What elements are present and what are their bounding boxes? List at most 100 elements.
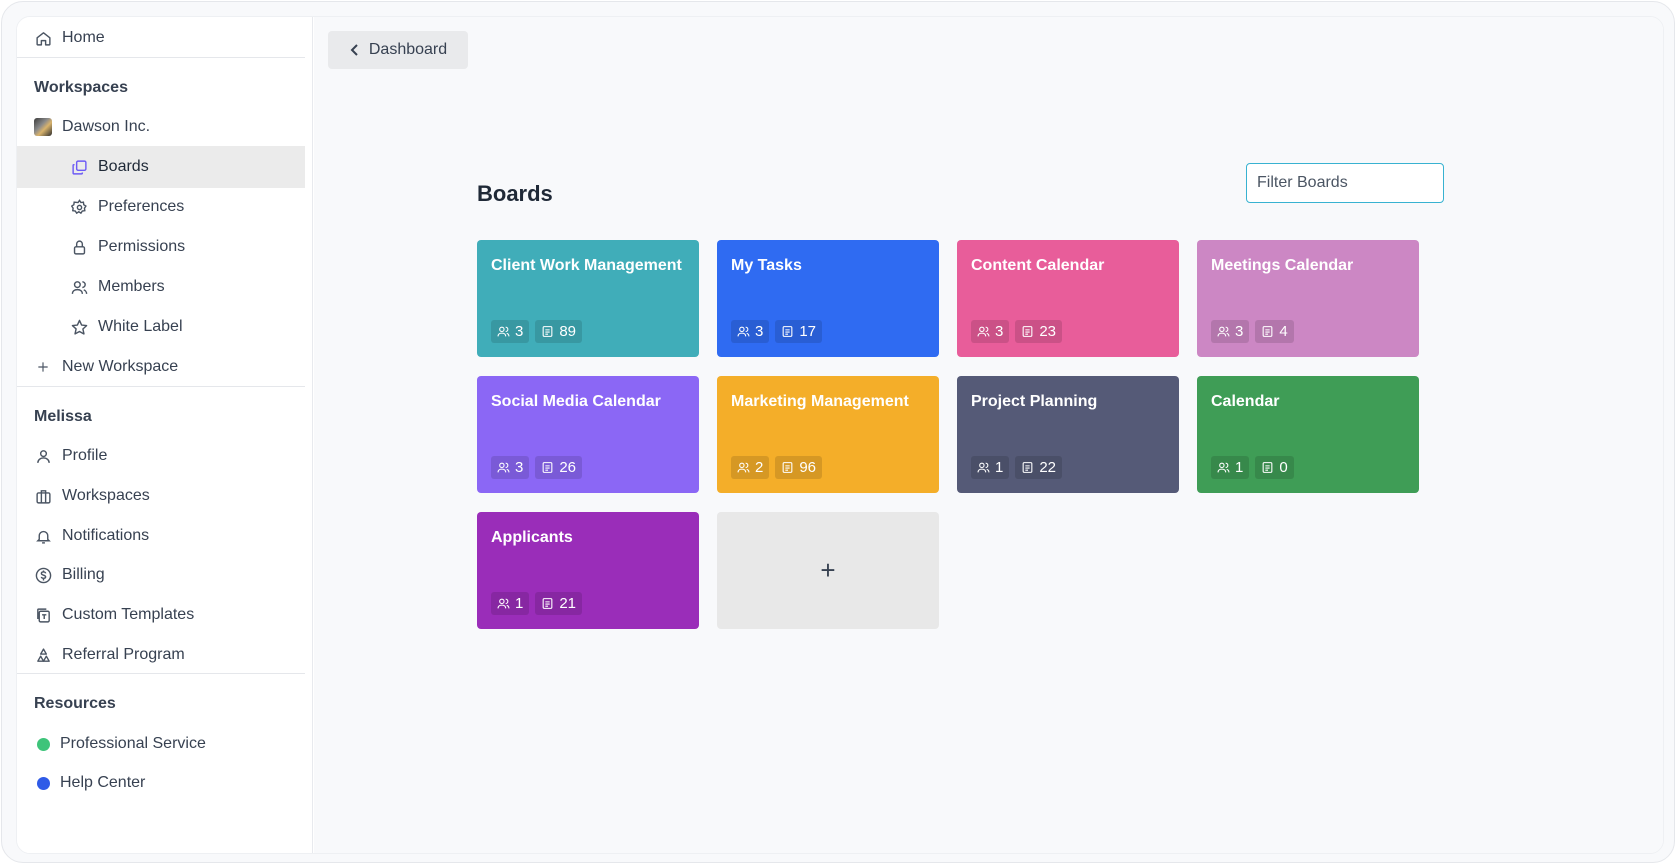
- board-title: Applicants: [491, 529, 573, 546]
- items-count: 96: [799, 459, 817, 476]
- back-button-label: Dashboard: [368, 41, 448, 58]
- board-stats: 3 26: [491, 456, 583, 479]
- members-count: 2: [755, 459, 764, 476]
- document-icon: [781, 325, 794, 338]
- add-board-button[interactable]: +: [717, 512, 939, 629]
- sidebar-item-label: Professional Service: [60, 735, 206, 752]
- document-icon: [541, 325, 554, 338]
- items-count: 89: [559, 323, 577, 340]
- members-icon: [1217, 461, 1230, 474]
- document-icon: [1261, 325, 1274, 338]
- workspace-avatar: [33, 117, 53, 137]
- sidebar-item-label: Members: [98, 278, 165, 295]
- sidebar-item-white-label[interactable]: White Label: [17, 306, 305, 348]
- members-count: 3: [1235, 323, 1244, 340]
- document-icon: [1021, 461, 1034, 474]
- board-title: Calendar: [1211, 393, 1280, 410]
- board-stats: 3 23: [971, 320, 1063, 343]
- board-card[interactable]: Marketing Management 2 96: [717, 376, 939, 493]
- divider: [17, 673, 305, 674]
- board-card[interactable]: Content Calendar 3 23: [957, 240, 1179, 357]
- lock-icon: [69, 237, 89, 257]
- sidebar-item-boards[interactable]: Boards: [17, 146, 305, 188]
- members-count: 1: [1235, 459, 1244, 476]
- board-card[interactable]: Meetings Calendar 3 4: [1197, 240, 1419, 357]
- recycle-icon: [33, 645, 53, 665]
- board-card[interactable]: Social Media Calendar 3 26: [477, 376, 699, 493]
- sidebar-item-referral-program[interactable]: Referral Program: [17, 634, 305, 676]
- members-icon: [737, 461, 750, 474]
- board-title: Project Planning: [971, 393, 1098, 410]
- members-count: 1: [515, 595, 524, 612]
- board-title: Marketing Management: [731, 393, 909, 410]
- board-title: My Tasks: [731, 257, 802, 274]
- help-icon: [33, 773, 53, 793]
- board-stats: 1 22: [971, 456, 1063, 479]
- board-title: Content Calendar: [971, 257, 1105, 274]
- sidebar-item-workspaces[interactable]: Workspaces: [17, 475, 305, 517]
- plus-icon: [33, 357, 53, 377]
- board-card[interactable]: My Tasks 3 17: [717, 240, 939, 357]
- back-to-dashboard-button[interactable]: Dashboard: [328, 31, 468, 69]
- chevron-left-icon: [349, 43, 361, 57]
- workspaces-heading: Workspaces: [34, 79, 128, 96]
- workspace-dawson[interactable]: Dawson Inc.: [17, 106, 305, 148]
- sidebar-item-notifications[interactable]: Notifications: [17, 515, 305, 557]
- resources-heading: Resources: [34, 695, 116, 712]
- sidebar: Home Workspaces Dawson Inc. Boards Prefe…: [17, 17, 313, 853]
- template-icon: [33, 605, 53, 625]
- items-count: 4: [1279, 323, 1288, 340]
- items-count-badge: 23: [1015, 320, 1063, 343]
- sidebar-item-label: Home: [62, 29, 105, 46]
- board-title: Social Media Calendar: [491, 393, 661, 410]
- board-stats: 1 21: [491, 592, 583, 615]
- board-card[interactable]: Project Planning 1 22: [957, 376, 1179, 493]
- sidebar-item-members[interactable]: Members: [17, 266, 305, 308]
- sidebar-item-label: Preferences: [98, 198, 185, 215]
- sidebar-item-custom-templates[interactable]: Custom Templates: [17, 594, 305, 636]
- sidebar-item-home[interactable]: Home: [17, 17, 305, 59]
- members-count: 3: [515, 459, 524, 476]
- new-workspace-button[interactable]: New Workspace: [17, 346, 305, 388]
- board-card[interactable]: Calendar 1 0: [1197, 376, 1419, 493]
- dollar-icon: [33, 565, 53, 585]
- board-stats: 10: [1211, 456, 1294, 479]
- sidebar-item-label: New Workspace: [62, 358, 179, 375]
- sidebar-item-help-center[interactable]: Help Center: [17, 762, 305, 804]
- star-icon: [69, 317, 89, 337]
- items-count-badge: 89: [535, 320, 583, 343]
- members-count: 3: [995, 323, 1004, 340]
- user-icon: [33, 446, 53, 466]
- items-count: 26: [559, 459, 577, 476]
- filter-boards-input[interactable]: [1246, 163, 1444, 203]
- divider: [17, 57, 305, 58]
- items-count: 21: [559, 595, 577, 612]
- sidebar-item-label: Referral Program: [62, 646, 185, 663]
- sidebar-item-preferences[interactable]: Preferences: [17, 186, 305, 228]
- bell-icon: [33, 526, 53, 546]
- boards-icon: [69, 157, 89, 177]
- board-stats: 3 89: [491, 320, 583, 343]
- items-count-badge: 21: [535, 592, 583, 615]
- members-count: 1: [995, 459, 1004, 476]
- items-count-badge: 26: [535, 456, 583, 479]
- board-card[interactable]: Applicants 1 21: [477, 512, 699, 629]
- sidebar-item-permissions[interactable]: Permissions: [17, 226, 305, 268]
- sidebar-item-billing[interactable]: Billing: [17, 554, 305, 596]
- app-window: Home Workspaces Dawson Inc. Boards Prefe…: [16, 16, 1664, 854]
- members-icon: [737, 325, 750, 338]
- members-count-badge: 3: [1211, 320, 1250, 343]
- members-icon: [977, 325, 990, 338]
- members-count-badge: 1: [491, 592, 530, 615]
- sidebar-item-profile[interactable]: Profile: [17, 435, 305, 477]
- sidebar-item-professional-service[interactable]: Professional Service: [17, 723, 305, 765]
- document-icon: [541, 461, 554, 474]
- members-count-badge: 3: [491, 320, 530, 343]
- items-count: 0: [1279, 459, 1288, 476]
- members-count-badge: 1: [1211, 456, 1250, 479]
- members-icon: [497, 325, 510, 338]
- board-stats: 2 96: [731, 456, 823, 479]
- board-card[interactable]: Client Work Management 3 89: [477, 240, 699, 357]
- items-count: 17: [799, 323, 817, 340]
- sidebar-item-label: Workspaces: [62, 487, 150, 504]
